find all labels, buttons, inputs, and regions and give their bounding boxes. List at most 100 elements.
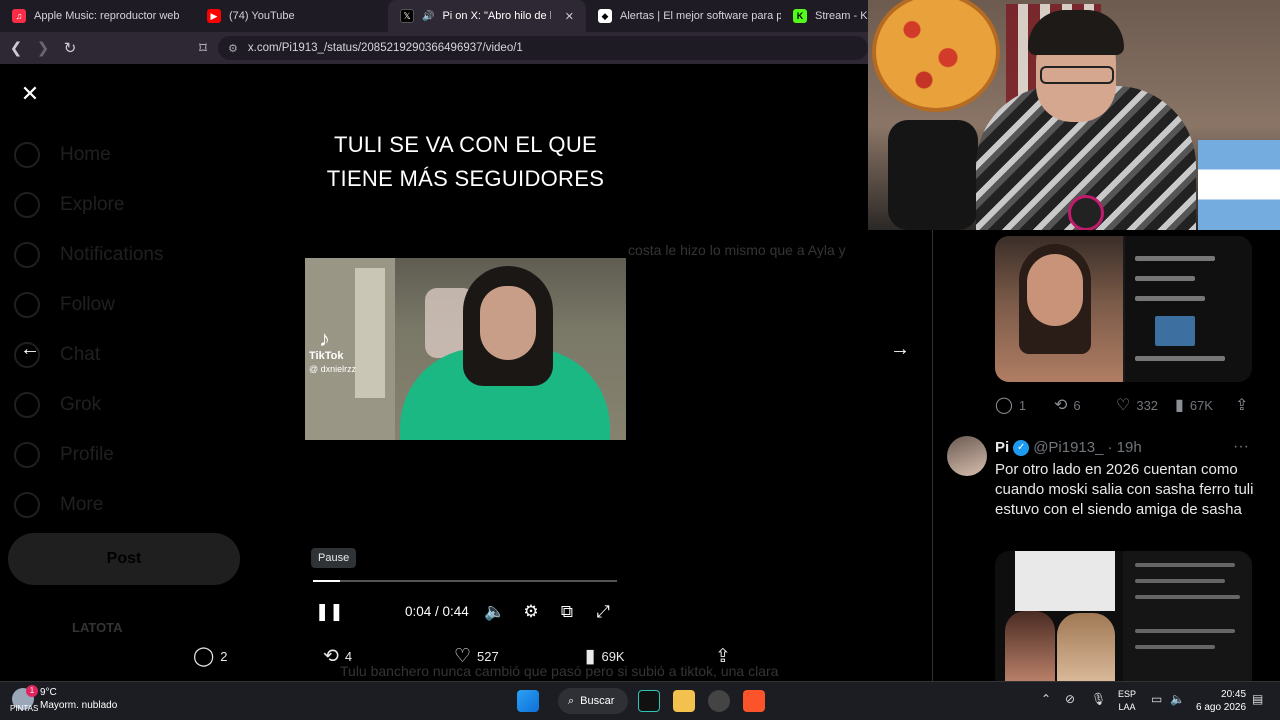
- progress-bar[interactable]: [313, 580, 617, 582]
- pizza-decoration: [872, 0, 1000, 112]
- argentina-flag: [1198, 140, 1280, 230]
- settings-icon[interactable]: ⚙: [519, 600, 543, 624]
- camera-off-icon[interactable]: ⊘: [1065, 692, 1075, 706]
- forward-icon[interactable]: ❯: [31, 36, 55, 60]
- search-icon: ⌕: [568, 694, 575, 707]
- view-count: 69K: [601, 649, 625, 664]
- profile-icon: [14, 442, 40, 468]
- tweet-image[interactable]: [995, 236, 1252, 382]
- reply-count: 2: [220, 649, 228, 664]
- bookmark-icon[interactable]: ⌑: [191, 36, 215, 60]
- home-icon: [14, 142, 40, 168]
- heart-icon: ♡: [1116, 397, 1131, 414]
- like-button[interactable]: ♡ 332: [1116, 395, 1158, 415]
- brave-browser-icon[interactable]: [743, 690, 765, 712]
- url-field[interactable]: ⚙ x.com/Pi1913_/status/20852192903664969…: [218, 36, 868, 60]
- sidebar-item-notifications: Notifications: [14, 230, 164, 280]
- repost-button[interactable]: ⟲ 4: [323, 645, 352, 668]
- tweet-image[interactable]: [995, 551, 1252, 681]
- tab-apple-music[interactable]: ♫ Apple Music: reproductor web: [0, 0, 195, 32]
- sidebar-nav: Home Explore Notifications Follow Chat G…: [14, 130, 164, 530]
- more-options-icon[interactable]: ···: [1233, 438, 1249, 456]
- text-line: [1135, 563, 1235, 567]
- like-button[interactable]: ♡ 527: [454, 645, 499, 668]
- network-icon[interactable]: ▭: [1151, 692, 1162, 706]
- reload-icon[interactable]: ↻: [58, 36, 82, 60]
- text-line: [1135, 595, 1240, 599]
- close-icon[interactable]: ✕: [18, 82, 42, 106]
- volume-icon[interactable]: 🔈: [483, 600, 507, 624]
- tweet1-stats: ◯ 1 ⟲ 6 ♡ 332 ▮ 67K ⇪: [995, 395, 1255, 415]
- views-icon: ▮: [1175, 397, 1184, 414]
- heart-icon: ♡: [454, 646, 472, 667]
- previous-arrow-icon[interactable]: ←: [14, 333, 46, 365]
- sidebar-item-label: Home: [60, 144, 111, 165]
- terminal-app-icon[interactable]: [638, 690, 660, 712]
- speaker-icon[interactable]: 🔊: [422, 11, 434, 22]
- obs-icon[interactable]: [708, 690, 730, 712]
- progress-fill: [313, 580, 341, 582]
- sidebar-item-more: More: [14, 480, 164, 530]
- video-controls: ❚❚ 0:04 / 0:44 🔈 ⚙ ⧉ ⤢: [305, 596, 626, 628]
- windows-start-icon[interactable]: [517, 690, 539, 712]
- clock[interactable]: 20:45 6 ago 2026: [1196, 688, 1246, 714]
- tab-title: (74) YouTube: [229, 10, 295, 22]
- next-arrow-icon[interactable]: →: [884, 333, 916, 365]
- avatar[interactable]: [947, 436, 987, 476]
- tiktok-icon: ♪: [319, 326, 330, 351]
- language-indicator[interactable]: ESP LAA: [1118, 688, 1136, 714]
- text-line: [1135, 276, 1195, 281]
- view-count: 67K: [1189, 397, 1213, 413]
- share-icon: ⇪: [1235, 397, 1249, 414]
- tab-youtube[interactable]: ▶ (74) YouTube: [195, 0, 388, 32]
- site-info-icon[interactable]: ⚙: [228, 42, 238, 55]
- photo-face: [1027, 254, 1083, 326]
- tiktok-label: TikTok: [309, 350, 344, 362]
- author-handle[interactable]: @Pi1913_: [1033, 439, 1103, 456]
- weather-widget[interactable]: 1 9°C Mayorm. nublado PINTAS: [10, 685, 117, 713]
- language: ESP: [1118, 689, 1137, 699]
- file-explorer-icon[interactable]: [673, 690, 695, 712]
- person: [1057, 613, 1115, 681]
- search-label: Buscar: [580, 695, 615, 707]
- pause-icon[interactable]: ❚❚: [315, 600, 344, 624]
- tab-alertas[interactable]: ◆ Alertas | El mejor software para poten: [586, 0, 781, 32]
- keyboard-layout: LAA: [1118, 702, 1136, 712]
- reply-button[interactable]: ◯ 1: [995, 395, 1026, 415]
- caption-line: TULI SE VA CON EL QUE: [333, 132, 598, 157]
- close-tab-icon[interactable]: ✕: [565, 10, 574, 23]
- document-screenshot: [1015, 551, 1115, 611]
- share-button[interactable]: ⇪: [715, 645, 731, 668]
- views-button[interactable]: ▮ 69K: [585, 645, 625, 668]
- tab-title: Apple Music: reproductor web: [34, 10, 180, 22]
- volume-tray-icon[interactable]: 🔈: [1170, 692, 1185, 706]
- comment-icon: ◯: [995, 397, 1013, 414]
- sidebar-item-label: More: [60, 494, 104, 515]
- tab-kick[interactable]: K Stream - Kic: [781, 0, 871, 32]
- sidebar-item-grok: Grok: [14, 380, 164, 430]
- dark-panel: [1123, 551, 1252, 681]
- fullscreen-icon[interactable]: ⤢: [591, 600, 615, 624]
- tweet-time[interactable]: · 19h: [1107, 439, 1141, 456]
- microphone-icon[interactable]: 🎙: [1091, 692, 1106, 706]
- video-caption: TULI SE VA CON EL QUE TIENE MÁS SEGUIDOR…: [305, 128, 626, 196]
- kick-icon: K: [793, 9, 807, 23]
- tab-x-active[interactable]: 𝕏 🔊 Pi on X: "Abro hilo de las dive ✕: [388, 0, 586, 32]
- taskbar-search[interactable]: ⌕ Buscar: [558, 688, 628, 714]
- time: 20:45: [1221, 689, 1247, 700]
- repost-button[interactable]: ⟲ 6: [1054, 395, 1081, 415]
- pip-icon[interactable]: ⧉: [555, 600, 579, 624]
- share-button[interactable]: ⇪: [1235, 395, 1248, 415]
- reply-button[interactable]: ◯ 2: [193, 645, 228, 668]
- back-icon[interactable]: ❮: [4, 36, 28, 60]
- streamer-hair: [1028, 10, 1124, 55]
- author-name[interactable]: Pi: [995, 439, 1009, 456]
- notification-icon[interactable]: ▤: [1252, 692, 1263, 706]
- like-count: 332: [1136, 397, 1159, 413]
- sidebar-item-label: Profile: [60, 444, 114, 465]
- chevron-up-icon[interactable]: ⌃: [1041, 692, 1051, 706]
- brand-label: PINTAS: [10, 704, 39, 713]
- views-button[interactable]: ▮ 67K: [1175, 395, 1213, 415]
- action-bar: ◯ 2 ⟲ 4 ♡ 527 ▮ 69K ⇪: [180, 645, 750, 671]
- video-player[interactable]: TULI SE VA CON EL QUE TIENE MÁS SEGUIDOR…: [305, 64, 626, 600]
